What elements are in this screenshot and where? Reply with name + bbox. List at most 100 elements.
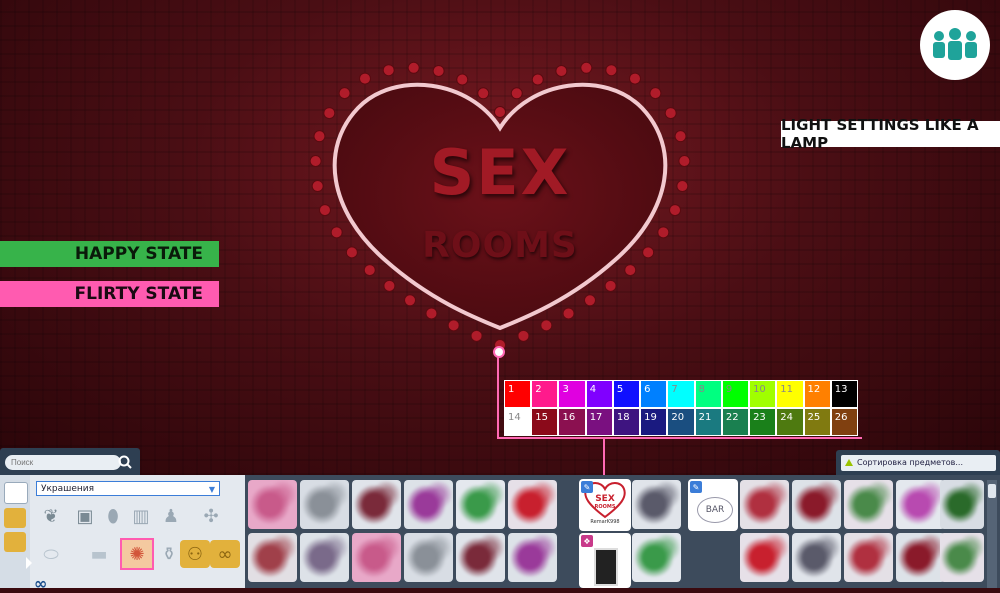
- misc-decor-icon[interactable]: ✺: [120, 538, 154, 570]
- swatch-number: 14: [508, 412, 521, 423]
- light-bulb: [604, 279, 617, 292]
- item-thumbnail: [896, 533, 945, 582]
- swatch-number: 18: [616, 412, 630, 423]
- gift-icon: ❖: [581, 535, 593, 547]
- color-swatch[interactable]: 21: [695, 409, 721, 435]
- catalog-item[interactable]: [508, 480, 557, 529]
- bust-icon[interactable]: ♟: [156, 502, 186, 530]
- color-swatch[interactable]: 25: [804, 409, 830, 435]
- catalog-item[interactable]: [896, 533, 945, 582]
- subcategory-grid: ❦ ▣ ⬮ ▥ ♟ ✣ ⬭ ▬ ✺ ⚱ ⚇ ∞: [36, 502, 241, 584]
- catalog-item[interactable]: [632, 480, 681, 529]
- swatch-number: 23: [753, 412, 766, 423]
- catalog-item[interactable]: [940, 480, 984, 529]
- color-swatch[interactable]: 26: [831, 409, 857, 435]
- color-swatch[interactable]: 15: [532, 409, 558, 435]
- ceiling-fan-icon[interactable]: ✣: [196, 502, 226, 530]
- catalog-item[interactable]: [940, 533, 984, 582]
- color-swatch[interactable]: 22: [722, 409, 749, 435]
- search-icon[interactable]: [116, 453, 134, 471]
- color-swatch[interactable]: 6: [641, 381, 667, 407]
- catalog-item[interactable]: [248, 533, 297, 582]
- light-bulb: [363, 264, 376, 277]
- catalog-item[interactable]: [300, 533, 349, 582]
- light-bulb: [562, 307, 575, 320]
- color-swatch[interactable]: 4: [586, 381, 612, 407]
- item-thumbnail: [456, 480, 505, 529]
- color-swatch[interactable]: 20: [668, 409, 694, 435]
- connector-line-vertical: [497, 356, 499, 439]
- light-bulb: [628, 72, 641, 85]
- color-swatch[interactable]: 3: [559, 381, 585, 407]
- catalog-item[interactable]: [352, 533, 401, 582]
- catalog-item[interactable]: [740, 533, 789, 582]
- catalog-item[interactable]: [508, 533, 557, 582]
- color-swatch[interactable]: 19: [641, 409, 667, 435]
- bar-text: BAR: [697, 497, 733, 523]
- catalog-item[interactable]: [632, 533, 681, 582]
- connector-line-down: [603, 437, 605, 479]
- item-thumbnail: [844, 533, 893, 582]
- plant-icon[interactable]: ❦: [36, 502, 66, 530]
- sort-dropdown[interactable]: Сортировка предметов...: [841, 455, 996, 471]
- color-swatch[interactable]: 23: [750, 409, 776, 435]
- category-expand-arrow[interactable]: [26, 557, 32, 569]
- scroll-arrow-icon[interactable]: [988, 484, 996, 498]
- mirror-icon[interactable]: ⬮: [98, 502, 128, 530]
- shelf-icon[interactable]: ▥: [126, 502, 156, 530]
- cube-category-icon[interactable]: [4, 482, 28, 504]
- fireplace-icon[interactable]: ▬: [84, 540, 114, 568]
- item-thumbnail: [940, 533, 984, 582]
- light-bulb: [425, 307, 438, 320]
- color-swatch[interactable]: 11: [777, 381, 803, 407]
- infinity-tab-icon[interactable]: ∞: [210, 540, 240, 568]
- light-bulb: [345, 246, 358, 259]
- color-swatch[interactable]: 10: [750, 381, 776, 407]
- color-swatch[interactable]: 9: [722, 381, 749, 407]
- swatch-number: 9: [725, 384, 733, 395]
- color-swatch[interactable]: 2: [532, 381, 558, 407]
- catalog-item[interactable]: [248, 480, 297, 529]
- color-swatch[interactable]: 8: [695, 381, 721, 407]
- color-swatch[interactable]: 13: [831, 381, 857, 407]
- color-swatch[interactable]: 12: [804, 381, 830, 407]
- color-swatch[interactable]: 14: [505, 409, 531, 435]
- catalog-item[interactable]: [352, 480, 401, 529]
- item-thumbnail: [940, 480, 984, 529]
- catalog-item[interactable]: [740, 480, 789, 529]
- catalog-item[interactable]: [792, 533, 841, 582]
- color-swatch[interactable]: 24: [777, 409, 803, 435]
- creator-logo: [920, 10, 990, 80]
- light-bulb: [678, 154, 691, 167]
- catalog-item[interactable]: [300, 480, 349, 529]
- color-swatch[interactable]: 5: [613, 381, 640, 407]
- catalog-item[interactable]: [404, 480, 453, 529]
- light-bulb: [456, 73, 469, 86]
- swatch-number: 16: [562, 412, 576, 423]
- catalog-item[interactable]: [844, 533, 893, 582]
- catalog-item[interactable]: [896, 480, 945, 529]
- light-bulb: [669, 204, 682, 217]
- category-dropdown[interactable]: Украшения ▼: [36, 481, 220, 496]
- collection-icon[interactable]: ⚇: [180, 540, 210, 568]
- decor-category-icon[interactable]: [4, 508, 26, 528]
- color-swatch[interactable]: 18: [613, 409, 640, 435]
- color-swatch[interactable]: 16: [559, 409, 585, 435]
- sign-title: SEX: [429, 136, 571, 209]
- swatch-number: 1: [508, 384, 515, 395]
- catalog-item[interactable]: [792, 480, 841, 529]
- chair-category-icon[interactable]: [4, 532, 26, 552]
- catalog-item[interactable]: [844, 480, 893, 529]
- thumb-title: SEX: [595, 494, 615, 504]
- color-swatch[interactable]: 17: [586, 409, 612, 435]
- color-swatch[interactable]: 1: [505, 381, 531, 407]
- item-thumbnail: [632, 533, 681, 582]
- light-bulb: [309, 154, 322, 167]
- catalog-item[interactable]: [456, 480, 505, 529]
- rug-icon[interactable]: ⬭: [36, 540, 66, 568]
- catalog-item[interactable]: [404, 533, 453, 582]
- color-swatch[interactable]: 7: [668, 381, 694, 407]
- search-input[interactable]: [5, 455, 121, 470]
- catalog-item[interactable]: [456, 533, 505, 582]
- frame-icon[interactable]: ▣: [70, 502, 100, 530]
